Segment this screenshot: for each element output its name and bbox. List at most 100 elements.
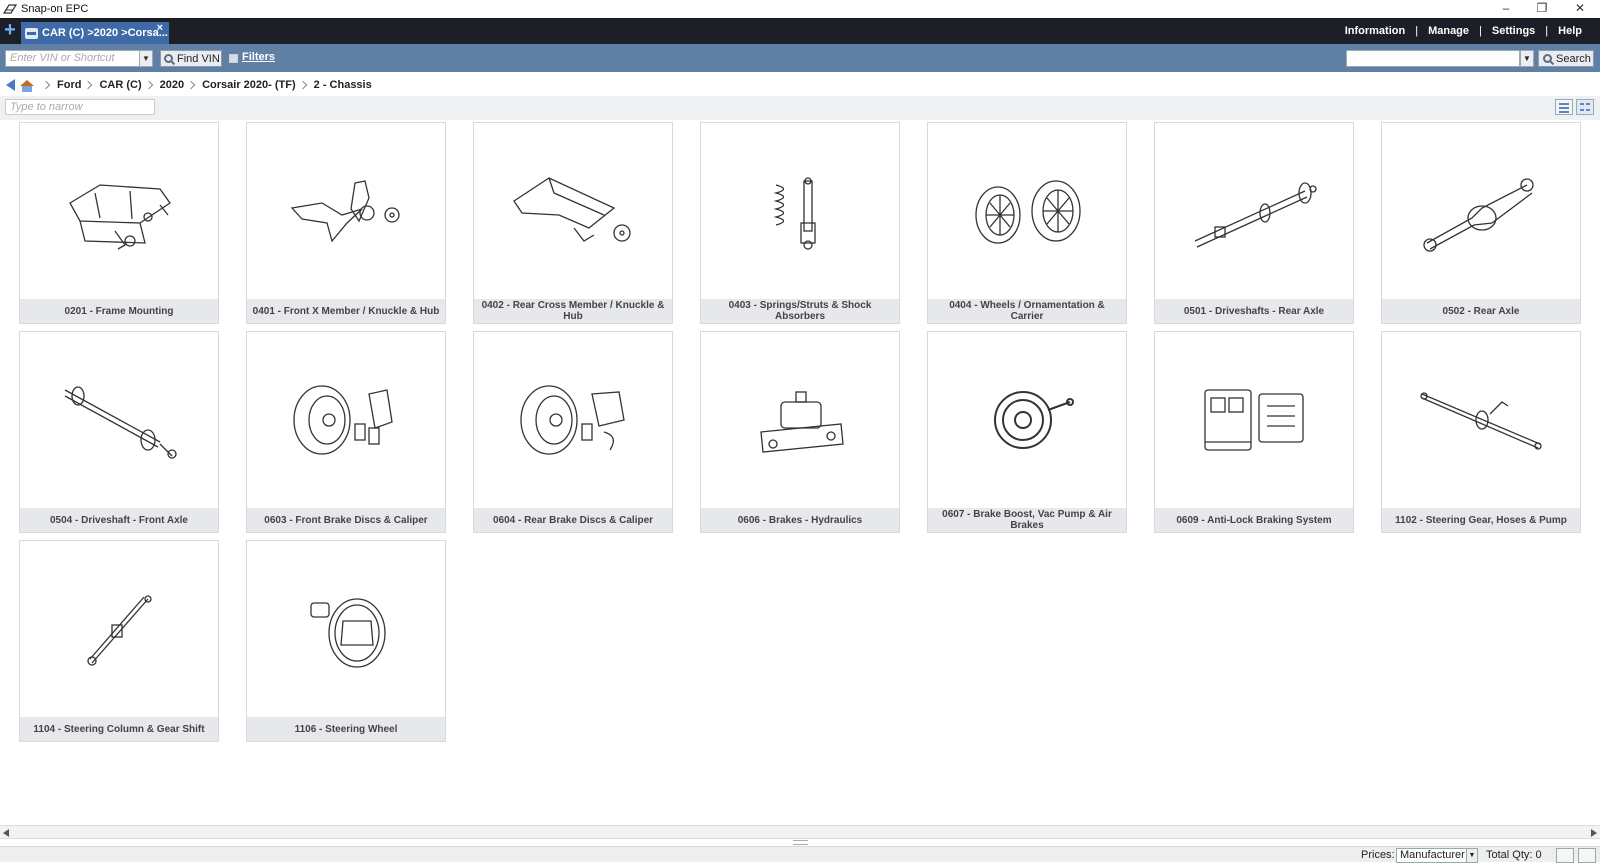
top-nav: Information | Manage | Settings | Help (1344, 25, 1582, 37)
group-label: 1104 - Steering Column & Gear Shift (20, 717, 218, 741)
group-card[interactable]: 0606 - Brakes - Hydraulics (700, 331, 900, 533)
grid-view-icon[interactable] (1576, 99, 1594, 115)
app-logo-icon (3, 4, 17, 14)
group-card[interactable]: 1102 - Steering Gear, Hoses & Pump (1381, 331, 1581, 533)
nav-manage[interactable]: Manage (1428, 25, 1469, 37)
prices-select[interactable]: Manufacturer (1396, 848, 1468, 863)
list-view-icon[interactable] (1555, 99, 1573, 115)
brake-disc-icon (474, 332, 672, 508)
group-label: 0603 - Front Brake Discs & Caliper (247, 508, 445, 532)
scroll-left-icon[interactable] (3, 829, 9, 837)
group-card[interactable]: 0403 - Springs/Struts & Shock Absorbers (700, 122, 900, 324)
car-icon (25, 27, 38, 39)
group-card[interactable]: 0501 - Driveshafts - Rear Axle (1154, 122, 1354, 324)
vin-input[interactable]: Enter VIN or Shortcut (5, 50, 153, 67)
find-vin-button[interactable]: Find VIN (160, 50, 222, 67)
search-icon (164, 54, 173, 63)
prices-label: Prices: (1361, 849, 1395, 861)
group-label: 1106 - Steering Wheel (247, 717, 445, 741)
search-input[interactable] (1346, 50, 1520, 67)
window-title: Snap-on EPC (21, 3, 89, 15)
steering-rack-icon (1382, 332, 1580, 508)
group-label: 0404 - Wheels / Ornamentation & Carrier (928, 299, 1126, 323)
maximize-panel-icon[interactable] (1578, 848, 1596, 863)
filters-link[interactable]: Filters (242, 51, 275, 63)
spring-icon (701, 123, 899, 299)
group-label: 0504 - Driveshaft - Front Axle (20, 508, 218, 532)
steering-wheel-icon (247, 541, 445, 717)
group-label: 1102 - Steering Gear, Hoses & Pump (1382, 508, 1580, 532)
total-qty: Total Qty: 0 (1486, 849, 1542, 861)
group-label: 0502 - Rear Axle (1382, 299, 1580, 323)
prices-dropdown-button[interactable]: ▼ (1466, 848, 1478, 863)
group-card[interactable]: 0201 - Frame Mounting (19, 122, 219, 324)
copy-window-icon[interactable] (1556, 848, 1574, 863)
master-cylinder-icon (701, 332, 899, 508)
group-card[interactable]: 0504 - Driveshaft - Front Axle (19, 331, 219, 533)
horizontal-scrollbar[interactable] (0, 825, 1600, 839)
crumb-year[interactable]: 2020 (160, 79, 184, 91)
status-bar: Prices: Manufacturer ▼ Total Qty: 0 (0, 846, 1600, 863)
restore-button[interactable]: ❐ (1524, 0, 1560, 18)
abs-module-icon (1155, 332, 1353, 508)
halfshaft-icon (20, 332, 218, 508)
group-label: 0604 - Rear Brake Discs & Caliper (474, 508, 672, 532)
group-card[interactable]: 0607 - Brake Boost, Vac Pump & Air Brake… (927, 331, 1127, 533)
group-label: 0201 - Frame Mounting (20, 299, 218, 323)
chevron-right-icon (298, 80, 307, 90)
crumb-make[interactable]: Ford (57, 79, 81, 91)
group-label: 0609 - Anti-Lock Braking System (1155, 508, 1353, 532)
frame-icon (20, 123, 218, 299)
search-button[interactable]: Search (1538, 50, 1594, 67)
group-label: 0607 - Brake Boost, Vac Pump & Air Brake… (928, 508, 1126, 532)
nav-information[interactable]: Information (1345, 25, 1406, 37)
close-window-button[interactable]: ✕ (1562, 0, 1598, 18)
group-label: 0402 - Rear Cross Member / Knuckle & Hub (474, 299, 672, 323)
group-card[interactable]: 0402 - Rear Cross Member / Knuckle & Hub (473, 122, 673, 324)
close-tab-icon[interactable]: × (157, 22, 163, 34)
rear-axle-icon (1382, 123, 1580, 299)
scroll-right-icon[interactable] (1591, 829, 1597, 837)
home-icon[interactable] (20, 79, 34, 92)
title-bar: Snap-on EPC – ❐ ✕ (0, 0, 1600, 18)
tab-label: CAR (C) >2020 >Corsa... (42, 27, 168, 39)
filters-checkbox[interactable] (229, 54, 238, 63)
group-card[interactable]: 0609 - Anti-Lock Braking System (1154, 331, 1354, 533)
knuckle-icon (247, 123, 445, 299)
toolbar: Enter VIN or Shortcut ▼ Find VIN Filters… (0, 44, 1600, 72)
search-icon (1543, 54, 1552, 63)
minimize-button[interactable]: – (1488, 0, 1524, 18)
group-card[interactable]: 0603 - Front Brake Discs & Caliper (246, 331, 446, 533)
chevron-right-icon (186, 80, 196, 90)
group-card[interactable]: 0502 - Rear Axle (1381, 122, 1581, 324)
crumb-category[interactable]: CAR (C) (99, 79, 141, 91)
group-card[interactable]: 0401 - Front X Member / Knuckle & Hub (246, 122, 446, 324)
nav-help[interactable]: Help (1558, 25, 1582, 37)
resize-grip-icon[interactable] (793, 840, 808, 845)
filter-bar: Type to narrow (0, 96, 1600, 120)
back-arrow-icon[interactable] (6, 79, 15, 91)
group-card[interactable]: 1104 - Steering Column & Gear Shift (19, 540, 219, 742)
rear-crossmember-icon (474, 123, 672, 299)
brake-disc-icon (247, 332, 445, 508)
chevron-right-icon (41, 80, 51, 90)
narrow-input[interactable]: Type to narrow (5, 99, 155, 115)
group-label: 0606 - Brakes - Hydraulics (701, 508, 899, 532)
group-card[interactable]: 0404 - Wheels / Ornamentation & Carrier (927, 122, 1127, 324)
steering-column-icon (20, 541, 218, 717)
group-card[interactable]: 1106 - Steering Wheel (246, 540, 446, 742)
search-dropdown-button[interactable]: ▼ (1520, 50, 1534, 67)
crumb-model[interactable]: Corsair 2020- (TF) (202, 79, 296, 91)
group-card[interactable]: 0604 - Rear Brake Discs & Caliper (473, 331, 673, 533)
nav-settings[interactable]: Settings (1492, 25, 1535, 37)
breadcrumb: Ford CAR (C) 2020 Corsair 2020- (TF) 2 -… (0, 74, 1600, 96)
group-label: 0401 - Front X Member / Knuckle & Hub (247, 299, 445, 323)
wheel-icon (928, 123, 1126, 299)
vin-dropdown-button[interactable]: ▼ (139, 50, 153, 67)
crumb-section: 2 - Chassis (313, 79, 372, 91)
tab-car-corsair[interactable]: CAR (C) >2020 >Corsa... × (21, 22, 169, 44)
group-label: 0403 - Springs/Struts & Shock Absorbers (701, 299, 899, 323)
group-label: 0501 - Driveshafts - Rear Axle (1155, 299, 1353, 323)
new-tab-button[interactable]: + (2, 20, 18, 40)
brake-booster-icon (928, 332, 1126, 508)
